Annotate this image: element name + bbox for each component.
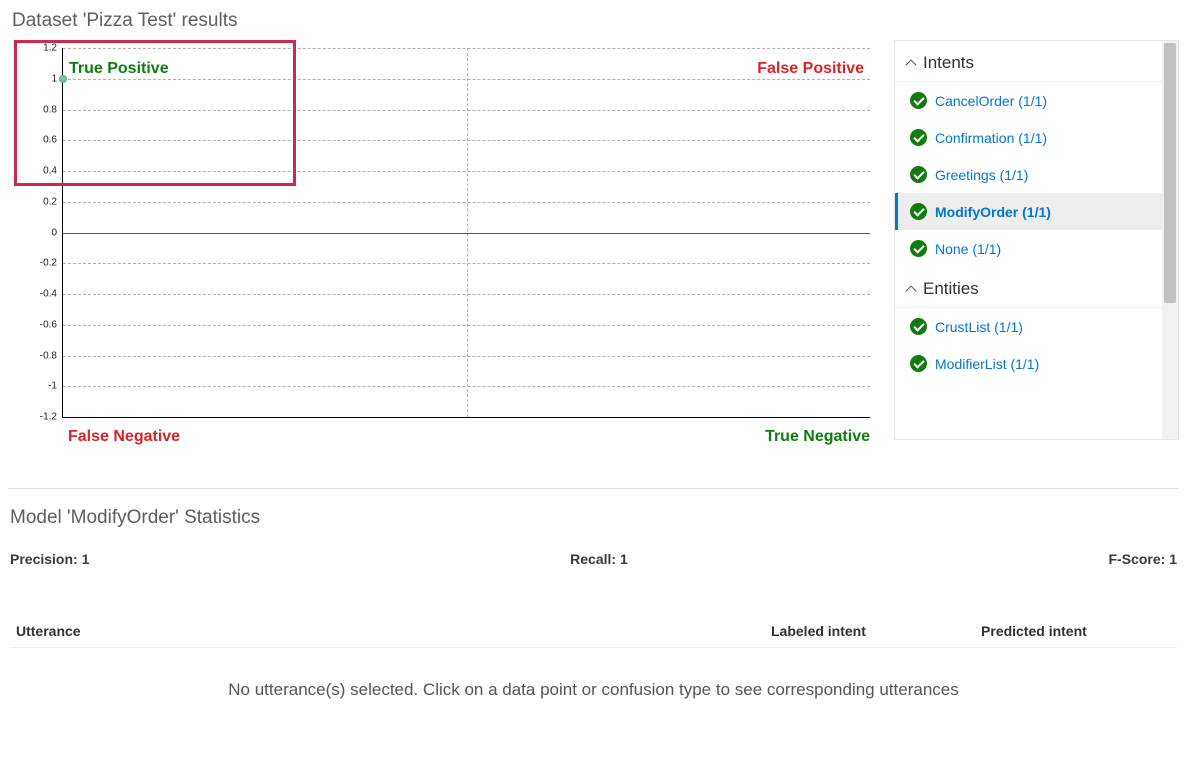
check-icon — [910, 166, 927, 183]
list-item-label: CancelOrder (1/1) — [935, 93, 1047, 109]
chart-gridline — [63, 202, 870, 203]
chart-gridline — [63, 171, 870, 172]
list-item[interactable]: Greetings (1/1) — [895, 156, 1162, 193]
scrollbar[interactable] — [1162, 41, 1178, 439]
chevron-up-icon — [905, 57, 917, 69]
quadrant-label-false-negative[interactable]: False Negative — [68, 428, 180, 446]
list-item[interactable]: ModifyOrder (1/1) — [895, 193, 1162, 230]
check-icon — [910, 318, 927, 335]
list-item[interactable]: Confirmation (1/1) — [895, 119, 1162, 156]
chart-gridline — [63, 233, 870, 234]
chart-y-tick: 0.2 — [43, 196, 63, 207]
page-title: Dataset 'Pizza Test' results — [12, 10, 1179, 32]
check-icon — [910, 240, 927, 257]
chart-y-tick: 1 — [51, 73, 63, 84]
quadrant-label-true-negative[interactable]: True Negative — [765, 428, 870, 446]
col-header-labeled[interactable]: Labeled intent — [771, 623, 981, 639]
utterances-table-header: Utterance Labeled intent Predicted inten… — [10, 615, 1177, 648]
fscore-value: 1 — [1169, 551, 1177, 567]
quadrant-label-true-positive[interactable]: True Positive — [69, 60, 169, 78]
list-item-label: None (1/1) — [935, 241, 1001, 257]
list-item[interactable]: CancelOrder (1/1) — [895, 82, 1162, 119]
list-item-label: Greetings (1/1) — [935, 167, 1028, 183]
fscore-stat: F-Score: 1 — [1109, 551, 1177, 567]
list-item-label: CrustList (1/1) — [935, 319, 1023, 335]
chart-gridline — [63, 110, 870, 111]
stats-title: Model 'ModifyOrder' Statistics — [10, 507, 1179, 529]
list-item[interactable]: None (1/1) — [895, 230, 1162, 267]
chart-gridline — [63, 263, 870, 264]
recall-stat: Recall: 1 — [570, 551, 628, 567]
list-item-label: ModifyOrder (1/1) — [935, 204, 1051, 220]
section-header-label: Intents — [923, 53, 974, 73]
section-header-intents[interactable]: Intents — [895, 41, 1162, 82]
chart-gridline — [63, 140, 870, 141]
chevron-up-icon — [905, 283, 917, 295]
list-item[interactable]: ModifierList (1/1) — [895, 345, 1162, 382]
precision-label: Precision: — [10, 551, 78, 567]
chart-gridline — [63, 325, 870, 326]
chart-y-tick: 1.2 — [43, 43, 63, 54]
confusion-chart[interactable]: True Positive False Positive -1.2 -1 -0.8 -… — [8, 40, 878, 460]
chart-y-tick: 0.4 — [43, 166, 63, 177]
precision-stat: Precision: 1 — [10, 551, 89, 567]
section-header-label: Entities — [923, 279, 979, 299]
chart-y-tick: -0.6 — [40, 319, 63, 330]
side-panel[interactable]: Intents CancelOrder (1/1) Confirmation (1… — [895, 41, 1162, 439]
chart-gridline — [63, 356, 870, 357]
scrollbar-thumb[interactable] — [1164, 43, 1176, 303]
section-header-entities[interactable]: Entities — [895, 267, 1162, 308]
col-header-predicted[interactable]: Predicted intent — [981, 623, 1171, 639]
list-item-label: ModifierList (1/1) — [935, 356, 1039, 372]
chart-y-tick: 0.6 — [43, 135, 63, 146]
empty-state-message: No utterance(s) selected. Click on a dat… — [8, 680, 1179, 700]
chart-y-tick: -0.4 — [40, 289, 63, 300]
chart-gridline — [63, 386, 870, 387]
top-row: True Positive False Positive -1.2 -1 -0.8 -… — [8, 40, 1179, 460]
chart-y-tick: 0 — [51, 227, 63, 238]
divider — [8, 488, 1179, 489]
chart-y-tick: -0.8 — [40, 350, 63, 361]
chart-y-tick: -0.2 — [40, 258, 63, 269]
check-icon — [910, 203, 927, 220]
chart-y-tick: 0.8 — [43, 104, 63, 115]
col-header-utterance[interactable]: Utterance — [16, 623, 771, 639]
check-icon — [910, 129, 927, 146]
stats-row: Precision: 1 Recall: 1 F-Score: 1 — [10, 551, 1177, 567]
chart-gridline — [63, 294, 870, 295]
chart-y-tick: -1.2 — [40, 412, 63, 423]
side-panel-container: Intents CancelOrder (1/1) Confirmation (1… — [894, 40, 1179, 440]
intents-list: CancelOrder (1/1) Confirmation (1/1) Greet… — [895, 82, 1162, 267]
chart-gridline — [63, 48, 870, 49]
entities-list: CrustList (1/1) ModifierList (1/1) — [895, 308, 1162, 382]
chart-gridline — [63, 79, 870, 80]
check-icon — [910, 92, 927, 109]
check-icon — [910, 355, 927, 372]
chart-y-tick: -1 — [48, 381, 63, 392]
list-item[interactable]: CrustList (1/1) — [895, 308, 1162, 345]
chart-plot-area: True Positive False Positive -1.2-1-0.8-… — [62, 48, 870, 418]
fscore-label: F-Score: — [1109, 551, 1166, 567]
precision-value: 1 — [82, 551, 90, 567]
list-item-label: Confirmation (1/1) — [935, 130, 1047, 146]
recall-label: Recall: — [570, 551, 616, 567]
quadrant-label-false-positive[interactable]: False Positive — [757, 60, 864, 78]
recall-value: 1 — [620, 551, 628, 567]
